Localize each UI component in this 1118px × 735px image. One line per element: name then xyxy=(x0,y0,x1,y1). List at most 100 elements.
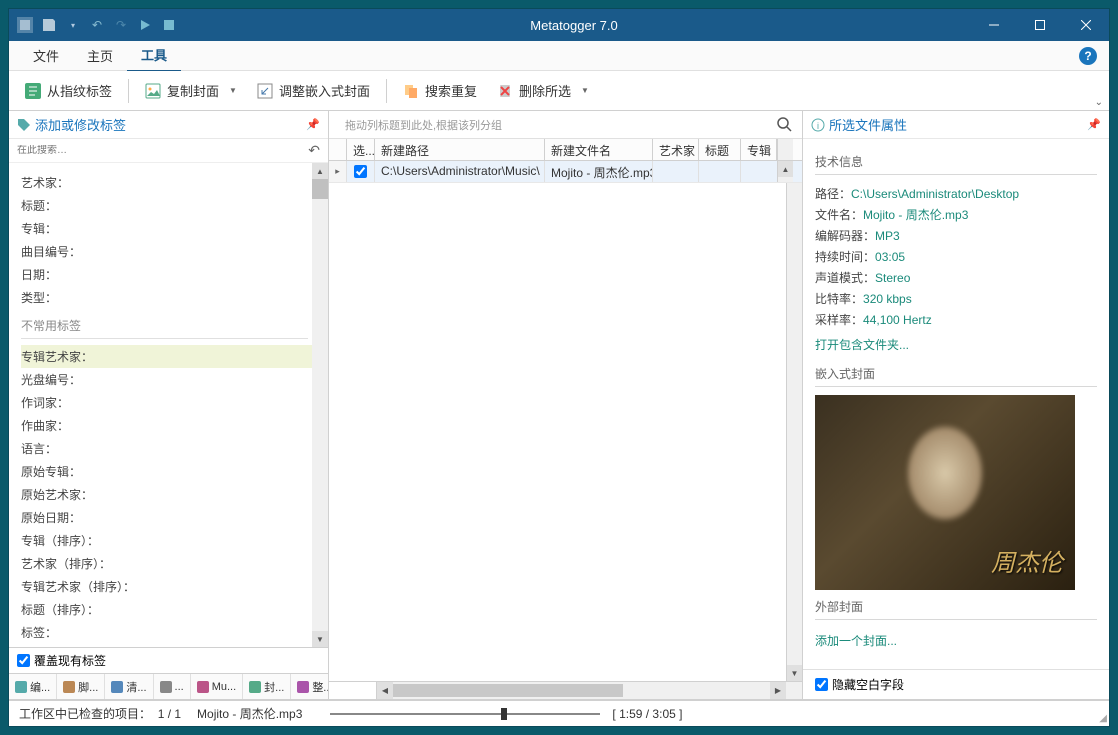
tag-item[interactable]: 作曲家： xyxy=(21,414,328,437)
grid-body: ▸ C:\Users\Administrator\Music\ Mojito -… xyxy=(329,161,802,681)
tag-item[interactable]: 原始艺术家： xyxy=(21,483,328,506)
help-icon[interactable]: ? xyxy=(1079,47,1097,65)
app-window: ▾ ↶ ↷ Metatogger 7.0 文件 主页 工具 ? 从指纹标签 复制… xyxy=(8,8,1110,727)
tag-item[interactable]: 专辑艺术家： xyxy=(21,345,328,368)
tag-item[interactable]: 类型： xyxy=(21,286,328,309)
tag-item[interactable]: 曲目编号： xyxy=(21,240,328,263)
left-panel: 添加或修改标签 📌 ↶ 艺术家：标题：专辑：曲目编号：日期：类型：不常用标签专辑… xyxy=(9,111,329,699)
status-time: [ 1:59 / 3:05 ] xyxy=(612,707,682,721)
minimize-button[interactable] xyxy=(971,9,1017,41)
col-title[interactable]: 标题 xyxy=(699,139,741,160)
svg-text:i: i xyxy=(817,121,819,131)
fingerprint-tags-button[interactable]: 从指纹标签 xyxy=(17,77,120,104)
dropdown-icon[interactable]: ▾ xyxy=(65,17,81,33)
cover-artist-text: 周杰伦 xyxy=(991,543,1063,578)
add-cover-link[interactable]: 添加一个封面... xyxy=(815,628,1097,653)
prop-channel: Stereo xyxy=(875,271,910,285)
delete-selected-button[interactable]: 删除所选 ▼ xyxy=(489,77,597,104)
cell-path[interactable]: C:\Users\Administrator\Music\ xyxy=(375,161,545,182)
playback-slider[interactable] xyxy=(330,713,600,715)
overwrite-tags-checkbox[interactable] xyxy=(17,654,30,667)
col-select[interactable]: 选... xyxy=(347,139,375,160)
cell-filename[interactable]: Mojito - 周杰伦.mp3 xyxy=(545,161,653,182)
tab-icon xyxy=(63,681,75,693)
play-icon[interactable] xyxy=(137,17,153,33)
table-row[interactable]: ▸ C:\Users\Administrator\Music\ Mojito -… xyxy=(329,161,802,183)
scroll-up-icon[interactable]: ▲ xyxy=(778,161,793,177)
left-tab[interactable]: ... xyxy=(154,674,191,699)
tag-item[interactable]: 艺术家： xyxy=(21,171,328,194)
close-button[interactable] xyxy=(1063,9,1109,41)
left-tab[interactable]: Mu... xyxy=(191,674,243,699)
col-album[interactable]: 专辑 xyxy=(741,139,777,160)
left-tab[interactable]: 清... xyxy=(105,674,153,699)
tag-item[interactable]: 标签： xyxy=(21,621,328,644)
window-title: Metatogger 7.0 xyxy=(177,18,971,33)
scroll-left-icon[interactable]: ◀ xyxy=(377,682,393,699)
pin-icon[interactable]: 📌 xyxy=(1087,118,1101,131)
tag-item[interactable]: 专辑艺术家（排序）： xyxy=(21,575,328,598)
hide-empty-checkbox[interactable] xyxy=(815,678,828,691)
tag-item[interactable]: 标题（排序）： xyxy=(21,598,328,621)
menu-tools[interactable]: 工具 xyxy=(127,39,181,73)
tag-search-input[interactable] xyxy=(17,145,320,156)
tag-item[interactable]: 光盘编号： xyxy=(21,368,328,391)
tag-item[interactable]: 艺术家（排序）： xyxy=(21,552,328,575)
undo-icon[interactable]: ↶ xyxy=(89,17,105,33)
left-tab[interactable]: 编... xyxy=(9,674,57,699)
scroll-down-icon[interactable]: ▼ xyxy=(312,631,328,647)
delete-icon xyxy=(497,83,513,99)
tag-item[interactable]: 原始日期： xyxy=(21,506,328,529)
left-tab[interactable]: 封... xyxy=(243,674,291,699)
prop-filename: Mojito - 周杰伦.mp3 xyxy=(863,208,968,222)
tag-item[interactable]: 原始专辑： xyxy=(21,460,328,483)
resize-grip-icon[interactable]: ◢ xyxy=(1099,713,1107,724)
stop-icon[interactable] xyxy=(161,17,177,33)
prop-duration: 03:05 xyxy=(875,250,905,264)
ribbon-expand-icon[interactable]: ⌄ xyxy=(1095,97,1103,108)
scroll-right-icon[interactable]: ▶ xyxy=(770,682,786,699)
row-handle-icon[interactable]: ▸ xyxy=(329,161,347,182)
copy-cover-button[interactable]: 复制封面 ▼ xyxy=(137,77,245,104)
center-vscrollbar[interactable]: ▼ xyxy=(786,183,802,681)
search-duplicates-button[interactable]: 搜索重复 xyxy=(395,77,485,104)
col-path[interactable]: 新建路径 xyxy=(375,139,545,160)
menubar: 文件 主页 工具 ? xyxy=(9,41,1109,71)
left-scrollbar[interactable]: ▲ ▼ xyxy=(312,163,328,647)
fingerprint-icon xyxy=(25,83,41,99)
open-folder-link[interactable]: 打开包含文件夹... xyxy=(815,330,1097,359)
row-checkbox[interactable] xyxy=(354,165,367,178)
right-panel: i 所选文件属性 📌 技术信息 路径：C:\Users\Administrato… xyxy=(803,111,1109,699)
redo-icon[interactable]: ↷ xyxy=(113,17,129,33)
col-filename[interactable]: 新建文件名 xyxy=(545,139,653,160)
center-hscrollbar[interactable]: ◀ ▶ xyxy=(329,681,802,699)
menu-home[interactable]: 主页 xyxy=(73,40,127,71)
tab-icon xyxy=(249,681,261,693)
scroll-up-icon[interactable]: ▲ xyxy=(312,163,328,179)
info-icon: i xyxy=(811,118,825,132)
maximize-button[interactable] xyxy=(1017,9,1063,41)
undo-icon[interactable]: ↶ xyxy=(308,142,320,159)
adjust-embedded-cover-button[interactable]: 调整嵌入式封面 xyxy=(249,77,378,104)
pin-icon[interactable]: 📌 xyxy=(306,118,320,131)
left-tab[interactable]: 脚... xyxy=(57,674,105,699)
tag-item[interactable]: 注释： xyxy=(21,644,328,647)
menu-file[interactable]: 文件 xyxy=(19,40,73,71)
tag-item[interactable]: 专辑（排序）： xyxy=(21,529,328,552)
search-icon[interactable] xyxy=(776,116,794,134)
cover-image[interactable]: 周杰伦 xyxy=(815,395,1075,590)
prop-codec: MP3 xyxy=(875,229,900,243)
tag-item[interactable]: 标题： xyxy=(21,194,328,217)
save-icon[interactable] xyxy=(41,17,57,33)
chevron-down-icon[interactable]: ▼ xyxy=(229,86,237,95)
col-artist[interactable]: 艺术家 xyxy=(653,139,699,160)
tag-item[interactable]: 语言： xyxy=(21,437,328,460)
search-dup-icon xyxy=(403,83,419,99)
tag-item[interactable]: 日期： xyxy=(21,263,328,286)
tag-item[interactable]: 作词家： xyxy=(21,391,328,414)
tech-info-title: 技术信息 xyxy=(815,153,1097,175)
left-tabs: 编...脚...清......Mu...封...整...◀▶ xyxy=(9,673,328,699)
chevron-down-icon[interactable]: ▼ xyxy=(581,86,589,95)
tag-item[interactable]: 专辑： xyxy=(21,217,328,240)
left-tab[interactable]: 整... xyxy=(291,674,328,699)
